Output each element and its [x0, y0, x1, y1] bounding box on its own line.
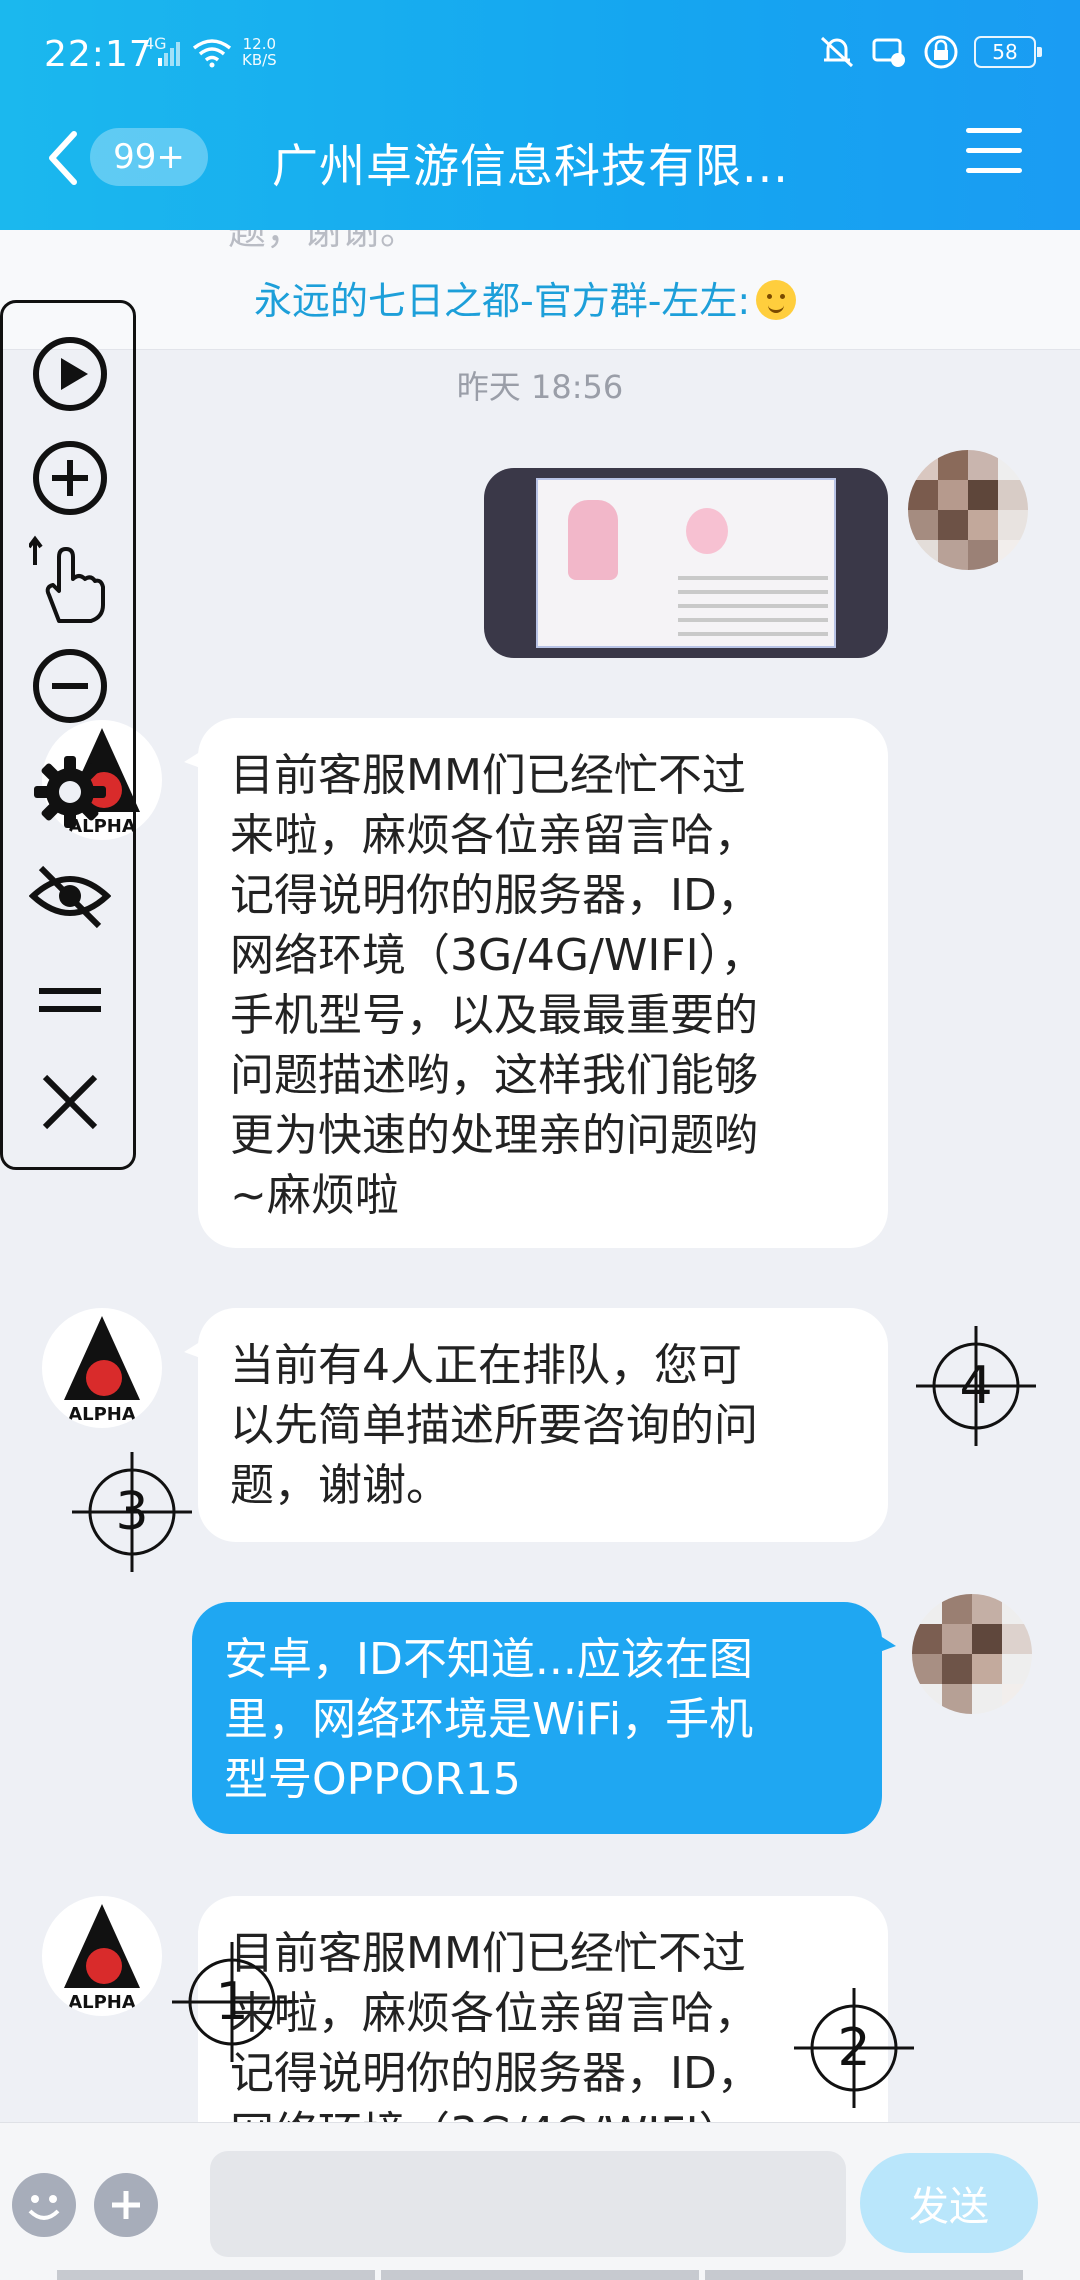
alpha-logo-label: ALPHA	[68, 1404, 136, 1425]
emoji-icon	[28, 2195, 60, 2220]
message-bubble-2[interactable]: 当前有4人正在排队，您可 以先简单描述所要咨询的问 题，谢谢。	[184, 1308, 888, 1542]
back-arrow-icon[interactable]	[44, 128, 84, 188]
swipe-hand-icon[interactable]	[29, 535, 111, 623]
plus-circle-icon[interactable]	[29, 437, 111, 519]
pinned-sender-label: 永远的七日之都-官方群-左左:	[254, 279, 751, 323]
message-bubble-1[interactable]: 目前客服MM们已经忙不过 来啦，麻烦各位亲留言哈， 记得说明你的服务器，ID， …	[184, 718, 888, 1248]
send-button[interactable]: 发送	[860, 2153, 1038, 2253]
clock: 22:17	[44, 34, 153, 75]
eye-off-icon[interactable]	[29, 855, 111, 937]
alpha-avatar[interactable]: ALPHA	[42, 1896, 162, 2016]
floating-toolbar	[0, 300, 136, 1170]
nav-gesture-bar	[0, 2270, 1080, 2280]
more-button[interactable]	[94, 2173, 158, 2237]
tap-target-label: 4	[959, 1356, 993, 1416]
tap-target-label: 2	[837, 2018, 871, 2078]
wifi-icon	[192, 39, 232, 68]
tap-target-3[interactable]: 3	[72, 1452, 192, 1572]
tap-target-label: 1	[215, 1972, 249, 2032]
self-avatar[interactable]	[912, 1594, 1032, 1714]
gear-icon[interactable]	[29, 751, 111, 833]
input-bar: 发送	[0, 2122, 1080, 2280]
battery-indicator: 58	[974, 36, 1042, 68]
smiley-emoji-icon	[756, 280, 797, 320]
net-speed: 12.0 KB/S	[242, 36, 277, 68]
message-input[interactable]	[210, 2151, 846, 2257]
alpha-logo-label: ALPHA	[68, 1992, 136, 2013]
net-speed-unit: KB/S	[242, 51, 277, 69]
tap-target-2[interactable]: 2	[794, 1988, 914, 2108]
alpha-logo-icon: ALPHA	[64, 1316, 140, 1425]
minus-circle-icon[interactable]	[29, 645, 111, 727]
message-text: 当前有4人正在排队，您可 以先简单描述所要咨询的问 题，谢谢。	[230, 1340, 758, 1511]
tap-target-4[interactable]: 4	[916, 1326, 1036, 1446]
self-avatar[interactable]	[908, 450, 1028, 570]
message-bubble-3[interactable]: 安卓，ID不知道...应该在图 里，网络环境是WiFi，手机 型号OPPOR15	[192, 1602, 896, 1834]
pinned-sender: 永远的七日之都-官方群-左左:	[254, 270, 797, 325]
chat-title: 广州卓游信息科技有限...	[272, 139, 789, 193]
menu-icon[interactable]	[966, 128, 1022, 184]
message-text: 安卓，ID不知道...应该在图 里，网络环境是WiFi，手机 型号OPPOR15	[224, 1634, 754, 1805]
alpha-avatar[interactable]: ALPHA	[42, 1308, 162, 1428]
message-text: 目前客服MM们已经忙不过 来啦，麻烦各位亲留言哈， 记得说明你的服务器，ID， …	[230, 750, 765, 1221]
status-right: 58	[818, 34, 1042, 70]
net-speed-value: 12.0	[242, 35, 277, 53]
message-off-icon	[872, 38, 905, 67]
close-icon[interactable]	[29, 1061, 111, 1143]
pinned-message-banner[interactable]: 题，谢谢。 永远的七日之都-官方群-左左:	[0, 230, 1080, 350]
top-bar: 22:17 4G 12.0 KB/S 58 99+ 广州卓游信息科技有限...	[0, 0, 1080, 230]
chat-header: 99+ 广州卓游信息科技有限...	[0, 110, 1080, 230]
alpha-logo-icon: ALPHA	[64, 1904, 140, 2013]
message-timestamp: 昨天 18:56	[456, 368, 624, 406]
emoji-button[interactable]	[12, 2173, 76, 2237]
game-screenshot-thumbnail	[536, 478, 836, 648]
drag-handle-icon[interactable]	[29, 959, 111, 1041]
play-icon[interactable]	[29, 333, 111, 415]
plus-icon	[112, 2191, 140, 2219]
unread-badge[interactable]: 99+	[90, 128, 208, 186]
tap-target-label: 3	[115, 1482, 149, 1542]
status-bar: 22:17 4G 12.0 KB/S 58	[0, 0, 1080, 110]
pinned-preview-text: 题，谢谢。	[228, 230, 419, 253]
tap-target-1[interactable]: 1	[172, 1942, 292, 2062]
lock-icon	[924, 35, 958, 69]
signal-icon	[158, 42, 180, 66]
mute-bell-icon	[820, 36, 854, 68]
image-message[interactable]	[484, 468, 888, 658]
